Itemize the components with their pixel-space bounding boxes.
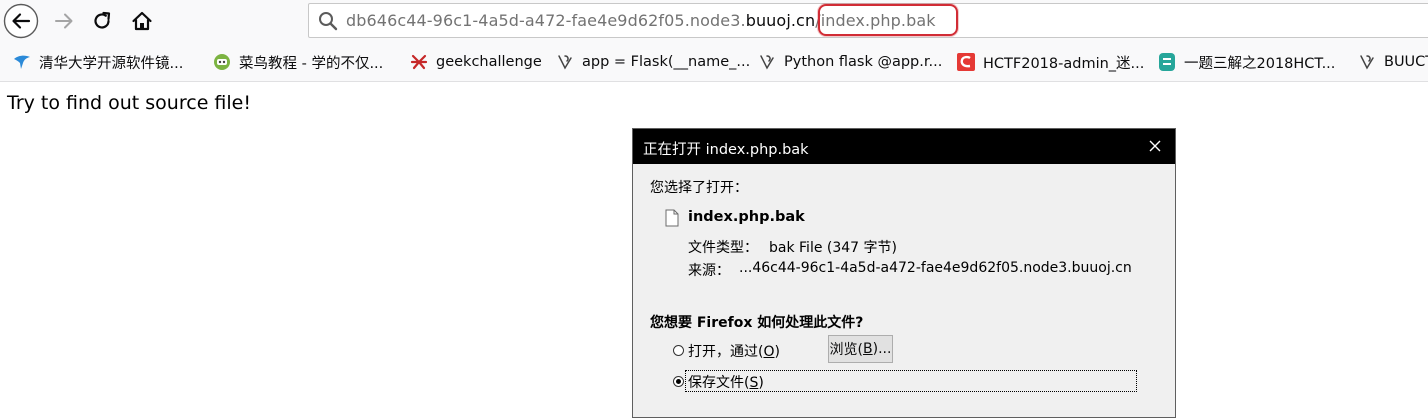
browse-suffix: )... (872, 341, 892, 357)
reload-button[interactable] (83, 2, 121, 40)
bookmark-python-flask[interactable]: Python flask @app.r... (758, 42, 942, 82)
url-host-tail: n (804, 11, 816, 30)
url-subdomain: db646c44-96c1-4a5d-a472-fae4e9d62f05.nod… (346, 11, 746, 30)
save-file-radio[interactable] (673, 376, 684, 387)
bookmark-2018hctf[interactable]: 一题三解之2018HCT... (1158, 42, 1335, 82)
save-file-close-paren: ) (758, 375, 764, 391)
open-with-accesskey: O (763, 344, 775, 360)
back-arrow-icon (3, 3, 39, 39)
bookmark-label: geekchallenge (436, 54, 542, 70)
home-button[interactable] (123, 2, 161, 40)
bookmark-hctf-admin[interactable]: HCTF2018-admin_迷... (957, 42, 1144, 82)
bookmark-label: HCTF2018-admin_迷... (983, 55, 1145, 72)
bookmark-label: BUUCT (1384, 54, 1428, 70)
tuna-bird-icon (13, 53, 31, 71)
bookmark-label: 菜鸟教程 - 学的不仅... (239, 55, 384, 72)
bookmark-geekchallenge[interactable]: geekchallenge (410, 42, 542, 82)
save-file-text: 保存文件( (688, 375, 750, 391)
dialog-title: 正在打开 index.php.bak (643, 142, 809, 158)
close-button[interactable] (1145, 136, 1165, 156)
bookmarks-bar: 清华大学开源软件镜... 菜鸟教程 - 学的不仅... geekchalleng… (0, 42, 1428, 82)
page-message: Try to find out source file! (7, 92, 251, 114)
browse-button[interactable]: 浏览(B)... (828, 335, 893, 363)
open-with-text: 打开，通过( (688, 344, 764, 360)
file-name: index.php.bak (688, 209, 805, 225)
url-path-highlight (818, 4, 958, 36)
file-type-value: bak File (347 字节) (769, 240, 897, 256)
reload-icon (94, 11, 111, 29)
open-with-radio[interactable] (673, 345, 684, 356)
bookmark-label: app = Flask(__name_... (582, 54, 751, 70)
runoob-icon (213, 53, 231, 71)
download-dialog: 正在打开 index.php.bak 您选择了打开： index.php.bak… (632, 128, 1176, 418)
file-type-label: 文件类型： (688, 240, 758, 256)
browse-accesskey: B (863, 341, 873, 357)
source-label: 来源： (688, 263, 730, 279)
bookmark-label: Python flask @app.r... (784, 54, 943, 70)
page-icon (1358, 53, 1376, 71)
handling-question: 您想要 Firefox 如何处理此文件? (650, 315, 864, 331)
close-icon (1149, 140, 1161, 152)
back-button[interactable] (2, 2, 40, 40)
bookmark-label: 清华大学开源软件镜... (39, 55, 184, 72)
page-icon (758, 53, 776, 71)
bookmark-flask-app[interactable]: app = Flask(__name_... (556, 42, 750, 82)
bookmark-buuctf[interactable]: BUUCT (1358, 42, 1428, 82)
url-host: buuoj.c (745, 11, 805, 30)
bookmark-runoob[interactable]: 菜鸟教程 - 学的不仅... (213, 42, 383, 82)
open-with-close-paren: ) (774, 344, 780, 360)
forward-button[interactable] (45, 2, 83, 40)
home-icon (132, 11, 152, 31)
csdn-icon (957, 53, 975, 71)
file-icon (665, 209, 679, 227)
dialog-titlebar: 正在打开 index.php.bak (633, 129, 1175, 164)
source-value: ...46c44-96c1-4a5d-a472-fae4e9d62f05.nod… (739, 260, 1132, 276)
page-icon (556, 53, 574, 71)
browse-text: 浏览( (829, 342, 864, 358)
navigation-toolbar: db646c44-96c1-4a5d-a472-fae4e9d62f05.nod… (0, 0, 1428, 42)
search-icon (319, 12, 338, 31)
bookmark-tuna[interactable]: 清华大学开源软件镜... (13, 42, 183, 82)
bookmark-label: 一题三解之2018HCT... (1184, 55, 1336, 72)
open-with-label[interactable]: 打开，通过(O) (688, 341, 780, 361)
you-chose-label: 您选择了打开： (650, 180, 748, 196)
green-doc-icon (1158, 53, 1176, 71)
geek-icon (410, 53, 428, 71)
forward-arrow-icon (55, 13, 73, 29)
save-file-label[interactable]: 保存文件(S) (688, 372, 764, 392)
address-bar[interactable]: db646c44-96c1-4a5d-a472-fae4e9d62f05.nod… (308, 3, 1428, 38)
